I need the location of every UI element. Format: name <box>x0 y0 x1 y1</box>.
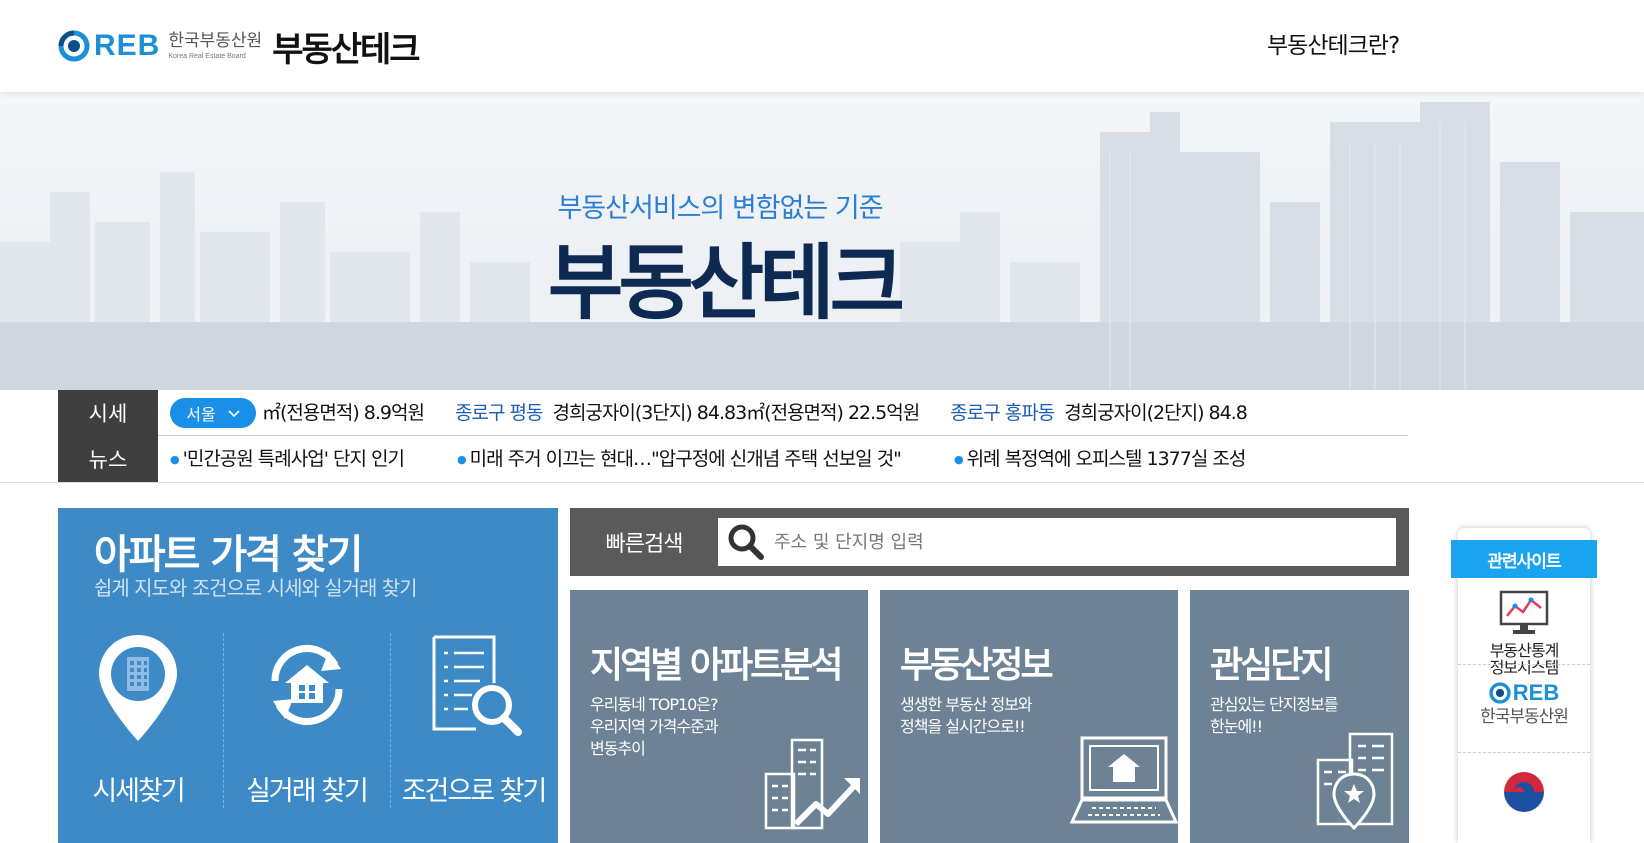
tile-description: 우리동네 TOP10은? 우리지역 가격수준과 변동추이 <box>590 695 719 758</box>
logo-org-english: Korea Real Estate Board <box>168 52 246 60</box>
related-site-label: 부동산통계 정보시스템 <box>1489 641 1560 677</box>
related-sites-tab: 관련사이트 <box>1451 540 1597 578</box>
news-item[interactable]: ● 위례 복정역에 오피스텔 1377실 조성 <box>953 448 1247 470</box>
price-item-text: 경희궁자이(2단지) 84.8 <box>1064 401 1248 424</box>
news-ticker-label: 뉴스 <box>58 436 158 482</box>
government-emblem-icon <box>1504 772 1544 812</box>
news-item[interactable]: ● 미래 주거 이끄는 현대…"압구정에 신개념 주택 선보일 것" <box>456 448 902 470</box>
regional-apartment-analysis-tile[interactable]: 지역별 아파트분석 우리동네 TOP10은? 우리지역 가격수준과 변동추이 <box>570 590 868 843</box>
price-item-text: 경희궁자이(3단지) 84.83㎡(전용면적) 22.5억원 <box>552 401 920 424</box>
quick-search-label: 빠른검색 <box>605 532 684 557</box>
price-ticker-list: ㎡(전용면적) 8.9억원 종로구 평동 경희궁자이(3단지) 84.83㎡(전용… <box>262 398 1408 428</box>
tile-title: 지역별 아파트분석 <box>590 645 843 686</box>
quick-search-bar: 빠른검색 <box>570 508 1409 576</box>
reb-logo-icon: REB <box>1489 680 1559 706</box>
about-link[interactable]: 부동산테크란? <box>1267 26 1400 60</box>
apartment-panel-subtitle: 쉽게 지도와 조건으로 시세와 실거래 찾기 <box>94 576 418 600</box>
related-site-label: 한국부동산원 <box>1480 707 1569 727</box>
bullet-icon: ● <box>456 452 467 466</box>
tile-title: 부동산정보 <box>900 645 1054 686</box>
search-icon[interactable] <box>718 523 774 561</box>
bullet-icon: ● <box>170 452 180 466</box>
quick-search-box[interactable] <box>718 518 1396 566</box>
house-cycle-icon <box>270 645 343 725</box>
bullet-icon: ● <box>953 452 964 466</box>
related-site-government[interactable] <box>1458 770 1590 814</box>
price-ticker-label: 시세 <box>58 389 158 436</box>
site-logo[interactable]: REB 한국부동산원 Korea Real Estate Board 부동산테크 <box>58 26 421 70</box>
laptop-house-icon <box>1069 736 1179 824</box>
price-ticker: 시세 서울 ㎡(전용면적) 8.9억원 종로구 평동 경희궁자이(3단지) 84.… <box>58 389 1408 436</box>
price-item[interactable]: 종로구 홍파동 경희궁자이(2단지) 84.8 <box>950 401 1248 424</box>
related-site-reb[interactable]: REB 한국부동산원 <box>1458 680 1590 726</box>
interest-complex-tile[interactable]: 관심단지 관심있는 단지정보를 한눈에!! <box>1190 590 1409 843</box>
document-search-icon <box>432 635 522 736</box>
price-item-text: ㎡(전용면적) 8.9억원 <box>262 401 425 424</box>
tile-title: 관심단지 <box>1210 645 1333 686</box>
condition-search-button[interactable]: 조건으로 찾기 <box>391 633 556 808</box>
ticker-area: 시세 서울 ㎡(전용면적) 8.9억원 종로구 평동 경희궁자이(3단지) 84.… <box>0 389 1644 483</box>
divider <box>1458 664 1590 665</box>
actual-transaction-search-button[interactable]: 실거래 찾기 <box>224 633 389 808</box>
news-item-text: '민간공원 특례사업' 단지 인기 <box>182 448 405 470</box>
region-select-value: 서울 <box>186 404 216 424</box>
logo-reb-text: REB <box>94 29 161 62</box>
news-item[interactable]: ● '민간공원 특례사업' 단지 인기 <box>170 448 405 470</box>
actual-transaction-search-label: 실거래 찾기 <box>246 776 369 807</box>
real-estate-info-tile[interactable]: 부동산정보 생생한 부동산 정보와 정책을 실시간으로!! <box>880 590 1179 843</box>
price-item-location: 종로구 평동 <box>455 401 543 424</box>
header: REB 한국부동산원 Korea Real Estate Board 부동산테크… <box>0 0 1644 92</box>
buildings-chart-icon <box>764 738 860 830</box>
news-item-text: 미래 주거 이끄는 현대…"압구정에 신개념 주택 선보일 것" <box>469 448 902 470</box>
apartment-price-panel: 아파트 가격 찾기 쉽게 지도와 조건으로 시세와 실거래 찾기 시세찾기 실거… <box>58 508 558 843</box>
news-ticker-list: ● '민간공원 특례사업' 단지 인기 ● 미래 주거 이끄는 현대…"압구정에 신… <box>170 444 1408 474</box>
reb-logo-icon: REB <box>58 29 160 63</box>
hero-title: 부동산테크 <box>547 236 905 331</box>
quick-search-input[interactable] <box>774 531 1374 553</box>
divider <box>1458 752 1590 753</box>
tile-description: 생생한 부동산 정보와 정책을 실시간으로!! <box>900 695 1033 736</box>
news-item-text: 위례 복정역에 오피스텔 1377실 조성 <box>966 448 1247 470</box>
chevron-down-icon <box>228 403 240 422</box>
building-pin-icon <box>1316 732 1394 830</box>
hero-banner: 부동산서비스의 변함없는 기준 부동산테크 <box>0 92 1644 390</box>
price-item[interactable]: ㎡(전용면적) 8.9억원 <box>262 401 425 424</box>
market-price-search-label: 시세찾기 <box>92 776 185 807</box>
stats-monitor-icon <box>1499 590 1549 634</box>
condition-search-label: 조건으로 찾기 <box>401 776 548 807</box>
map-pin-building-icon <box>99 635 177 741</box>
price-item[interactable]: 종로구 평동 경희궁자이(3단지) 84.83㎡(전용면적) 22.5억원 <box>455 401 920 424</box>
news-ticker: 뉴스 ● '민간공원 특례사업' 단지 인기 ● 미래 주거 이끄는 현대…"압구정… <box>58 436 1408 482</box>
price-item-location: 종로구 홍파동 <box>950 401 1055 424</box>
logo-org: 한국부동산원 Korea Real Estate Board <box>168 30 263 60</box>
region-select[interactable]: 서울 <box>170 397 256 428</box>
market-price-search-button[interactable]: 시세찾기 <box>66 633 210 808</box>
logo-org-korean: 한국부동산원 <box>168 30 263 51</box>
logo-brand: 부동산테크 <box>272 29 420 70</box>
